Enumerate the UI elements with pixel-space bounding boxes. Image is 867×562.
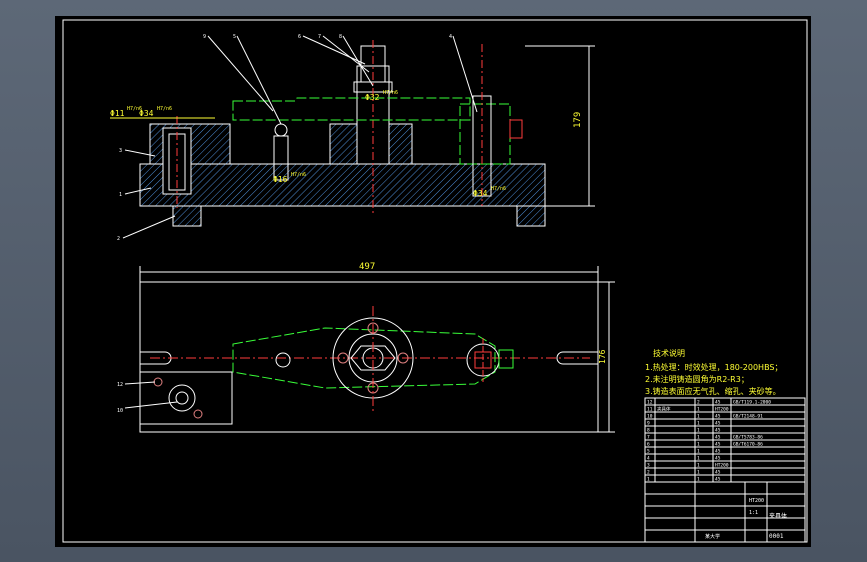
bom-cell: 1 <box>697 470 700 476</box>
dim-d11: Φ11 <box>110 109 125 118</box>
leader <box>452 35 478 113</box>
left-plate <box>139 371 233 425</box>
bom-cell: 9 <box>647 421 650 427</box>
leader <box>207 35 274 112</box>
base-plate <box>139 163 546 207</box>
bom-cell: 1 <box>697 442 700 448</box>
bom-cell: 1 <box>697 463 700 469</box>
bom-cell: 1 <box>697 456 700 462</box>
bom-cell: 45 <box>715 414 721 420</box>
balloon: 4 <box>449 34 452 40</box>
bom-cell: 45 <box>715 435 721 441</box>
balloon: 12 <box>117 382 123 388</box>
bom-cell: 45 <box>715 400 721 406</box>
bom-cell: 3 <box>647 463 650 469</box>
balloon: 9 <box>203 34 206 40</box>
bom-cell: GB/T6170-86 <box>733 442 763 448</box>
tb-company: 某大学 <box>705 533 720 540</box>
bom-cell: 7 <box>647 435 650 441</box>
balloon: 3 <box>119 148 122 154</box>
drawing-canvas: 179 Φ11 H7/n6 Φ34 H7/n6 Φ32 H7/n6 Φ16 H7… <box>62 19 808 543</box>
bom-cell: HT200 <box>715 407 729 413</box>
balloon: 8 <box>339 34 342 40</box>
balloon: 6 <box>298 34 301 40</box>
bom-table: 12 2 45 GB/T119.1-200011 夹具体 1 HT20010 1 45 GB/T2… <box>644 397 806 483</box>
dim-d32-fit: H7/n6 <box>383 90 398 96</box>
pin-hole <box>275 352 291 368</box>
bom-cell: 1 <box>697 414 700 420</box>
top-base-outline <box>139 281 599 433</box>
dim-d32: Φ32 <box>365 93 380 102</box>
bom-cell: 2 <box>647 470 650 476</box>
tech-note-line: 1.热处理：时效处理，180-200HBS； <box>645 362 783 372</box>
bom-cell: GB/T2148-91 <box>733 414 763 420</box>
dim-d34b: Φ34 <box>473 189 488 198</box>
dim-d34: Φ34 <box>139 109 154 118</box>
bom-cell: 1 <box>697 421 700 427</box>
bom-cell: 2 <box>697 400 700 406</box>
right-boss <box>509 119 523 139</box>
tb-scale: 1:1 <box>749 510 758 516</box>
pin-ball <box>274 123 288 137</box>
left-foot <box>172 205 202 227</box>
right-support <box>459 103 511 165</box>
dim-d16-fit: H7/n6 <box>291 172 306 178</box>
bom-cell: HT200 <box>715 463 729 469</box>
bom-cell: 45 <box>715 470 721 476</box>
leader <box>236 35 282 125</box>
dim-d16: Φ16 <box>273 175 288 184</box>
tech-note-line: 3.铸造表面应无气孔、缩孔、夹砂等。 <box>645 386 781 396</box>
leader <box>302 35 366 65</box>
bom-cell: 5 <box>647 449 650 455</box>
tech-notes-title: 技术说明 <box>653 348 685 358</box>
clamp-lever <box>232 97 471 121</box>
balloon: 5 <box>233 34 236 40</box>
bom-cell: 11 <box>647 407 653 413</box>
title-block: 夹具体 0001 HT200 1:1 某大学 <box>644 481 806 543</box>
bom-cell: 45 <box>715 442 721 448</box>
dim-d34b-fit: H7/n6 <box>491 186 506 192</box>
bom-cell: GB/T119.1-2000 <box>733 400 771 406</box>
tb-material: HT200 <box>749 498 764 504</box>
front-view: 179 Φ11 H7/n6 Φ34 H7/n6 Φ32 H7/n6 Φ16 H7… <box>110 34 595 242</box>
bom-cell: 1 <box>697 407 700 413</box>
bom-cell: 10 <box>647 414 653 420</box>
top-view: 12 10 497 176 <box>117 262 615 433</box>
bom-cell: 1 <box>697 449 700 455</box>
cad-viewport[interactable]: 179 Φ11 H7/n6 Φ34 H7/n6 Φ32 H7/n6 Φ16 H7… <box>55 16 811 547</box>
dim-height: 179 <box>573 112 583 128</box>
bom-cell: 夹具体 <box>657 406 671 413</box>
bom-cell: 45 <box>715 456 721 462</box>
tb-drawing-no: 0001 <box>769 533 784 540</box>
balloon: 7 <box>318 34 321 40</box>
dim-length: 497 <box>359 262 375 272</box>
bom-cell: GB/T5783-86 <box>733 435 763 441</box>
bom-cell: 12 <box>647 400 653 406</box>
bom-cell: 45 <box>715 449 721 455</box>
bom-cell: 45 <box>715 421 721 427</box>
bom-cell: 45 <box>715 428 721 434</box>
bom-cell: 1 <box>697 428 700 434</box>
dim-width: 176 <box>598 349 607 364</box>
dim-d34-fit: H7/n6 <box>157 106 172 112</box>
bom-cell: 1 <box>697 435 700 441</box>
leader <box>122 215 176 239</box>
leader <box>124 401 178 409</box>
right-tab <box>498 349 514 369</box>
bom-cell: 4 <box>647 456 650 462</box>
balloon: 2 <box>117 236 120 242</box>
bom-cell: 8 <box>647 428 650 434</box>
plate-pin <box>193 409 203 419</box>
tb-name: 夹具体 <box>769 512 787 520</box>
bom-cell: 6 <box>647 442 650 448</box>
tech-note-line: 2.未注明铸造圆角为R2-R3； <box>645 374 749 384</box>
balloon: 10 <box>117 408 123 414</box>
plate-pin <box>153 377 163 387</box>
plate-bore-inner <box>175 391 189 405</box>
plate-bore <box>168 384 196 412</box>
tech-notes: 技术说明 1.热处理：时效处理，180-200HBS； 2.未注明铸造圆角为R2… <box>645 348 783 396</box>
balloon: 1 <box>119 192 122 198</box>
right-foot <box>516 205 546 227</box>
